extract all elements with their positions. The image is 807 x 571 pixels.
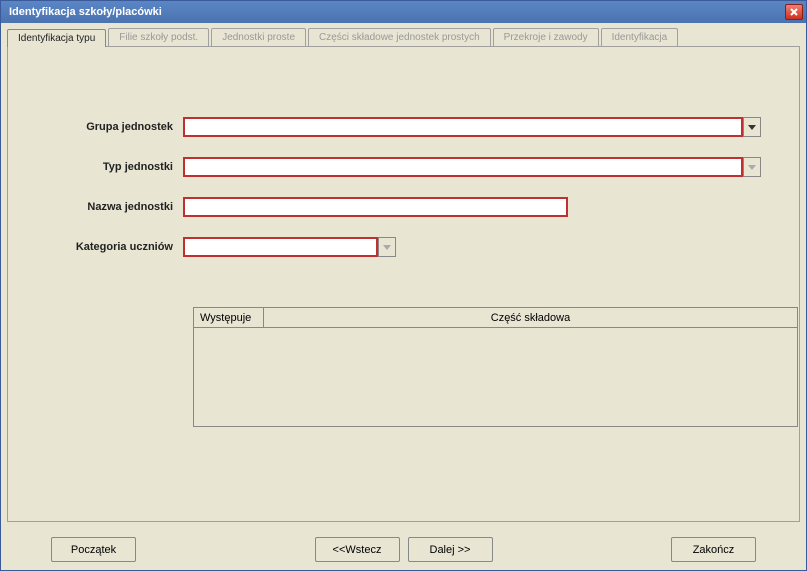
kategoria-dropdown-button[interactable] — [378, 237, 396, 257]
label-nazwa: Nazwa jednostki — [38, 201, 183, 213]
finish-button[interactable]: Zakończ — [671, 537, 756, 562]
components-table: Występuje Część składowa — [193, 307, 798, 427]
next-button[interactable]: Dalej >> — [408, 537, 493, 562]
row-nazwa: Nazwa jednostki — [38, 197, 769, 217]
combo-typ — [183, 157, 761, 177]
nav-buttons: <<Wstecz Dalej >> — [315, 537, 493, 562]
chevron-down-icon — [748, 125, 756, 130]
grupa-dropdown-button[interactable] — [743, 117, 761, 137]
window-frame: Identyfikacja szkoły/placówki Identyfika… — [0, 0, 807, 571]
tab-filie-szkoly[interactable]: Filie szkoły podst. — [108, 28, 209, 46]
table-area: Występuje Część składowa — [193, 307, 769, 427]
close-button[interactable] — [785, 4, 803, 20]
combo-kategoria — [183, 237, 396, 257]
table-header-row: Występuje Część składowa — [194, 308, 797, 328]
tab-identyfikacja-typu[interactable]: Identyfikacja typu — [7, 29, 106, 47]
typ-input[interactable] — [183, 157, 743, 177]
combo-grupa — [183, 117, 761, 137]
back-button[interactable]: <<Wstecz — [315, 537, 400, 562]
row-typ: Typ jednostki — [38, 157, 769, 177]
wizard-footer: Początek <<Wstecz Dalej >> Zakończ — [1, 528, 806, 570]
tab-content: Grupa jednostek Typ jednostki Nazwa jedn… — [7, 46, 800, 522]
start-button[interactable]: Początek — [51, 537, 136, 562]
label-typ: Typ jednostki — [38, 161, 183, 173]
grupa-input[interactable] — [183, 117, 743, 137]
chevron-down-icon — [383, 245, 391, 250]
tab-strip: Identyfikacja typu Filie szkoły podst. J… — [1, 23, 806, 46]
label-kategoria: Kategoria uczniów — [38, 241, 183, 253]
tab-przekroje-zawody[interactable]: Przekroje i zawody — [493, 28, 599, 46]
col-header-czesc-skladowa: Część składowa — [264, 308, 797, 327]
kategoria-input[interactable] — [183, 237, 378, 257]
row-kategoria: Kategoria uczniów — [38, 237, 769, 257]
window-title: Identyfikacja szkoły/placówki — [9, 6, 162, 18]
typ-dropdown-button[interactable] — [743, 157, 761, 177]
titlebar: Identyfikacja szkoły/placówki — [1, 1, 806, 23]
row-grupa: Grupa jednostek — [38, 117, 769, 137]
tab-jednostki-proste[interactable]: Jednostki proste — [211, 28, 306, 46]
chevron-down-icon — [748, 165, 756, 170]
tab-czesci-skladowe[interactable]: Części składowe jednostek prostych — [308, 28, 491, 46]
col-header-wystepuje: Występuje — [194, 308, 264, 327]
tab-identyfikacja[interactable]: Identyfikacja — [601, 28, 679, 46]
nazwa-input[interactable] — [183, 197, 568, 217]
close-icon — [790, 8, 798, 16]
label-grupa: Grupa jednostek — [38, 121, 183, 133]
table-body — [194, 328, 797, 426]
